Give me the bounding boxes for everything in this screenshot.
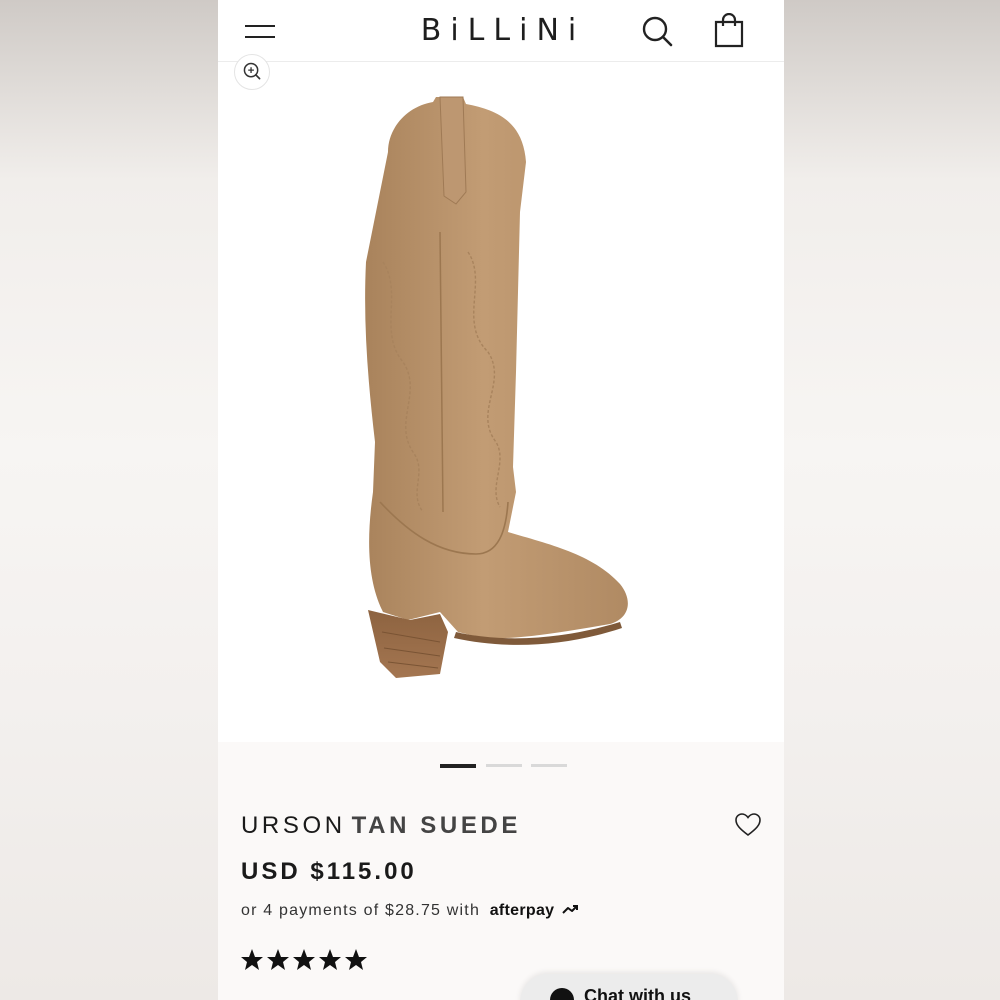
site-header: BiLLiNi — [218, 0, 784, 62]
blurred-background-left — [0, 0, 218, 1000]
chat-label: Chat with us — [584, 986, 691, 1000]
search-icon[interactable] — [640, 14, 674, 48]
heart-icon[interactable] — [734, 812, 762, 838]
product-gallery[interactable] — [218, 54, 784, 742]
chat-icon — [550, 988, 574, 1000]
rating-stars[interactable] — [240, 948, 370, 974]
product-image — [365, 96, 628, 678]
mobile-page: BiLLiNi URSON TAN SUEDE USD $115.00 or 4… — [218, 0, 784, 1000]
zoom-in-icon[interactable] — [234, 54, 270, 90]
afterpay-installments: or 4 payments of $28.75 with afterpay — [241, 902, 580, 920]
chat-button[interactable]: Chat with us — [520, 974, 738, 1000]
product-price: USD $115.00 — [241, 858, 417, 885]
product-info: URSON TAN SUEDE USD $115.00 or 4 payments… — [218, 742, 784, 1000]
star-icon — [241, 949, 367, 970]
product-variant: TAN SUEDE — [351, 812, 521, 839]
product-brand: URSON — [241, 812, 346, 839]
menu-icon[interactable] — [243, 20, 277, 42]
gallery-dot-3[interactable] — [531, 764, 567, 767]
afterpay-arrows-icon — [562, 905, 579, 914]
gallery-dot-2[interactable] — [486, 764, 522, 767]
shopping-bag-icon[interactable] — [712, 13, 746, 49]
gallery-dot-1[interactable] — [440, 764, 476, 768]
blurred-background-right — [784, 0, 1000, 1000]
afterpay-logo[interactable]: afterpay — [490, 902, 555, 919]
product-title: URSON TAN SUEDE — [241, 812, 521, 840]
site-logo[interactable]: BiLLiNi — [393, 13, 613, 49]
installments-text: or 4 payments of $28.75 with — [241, 902, 481, 919]
